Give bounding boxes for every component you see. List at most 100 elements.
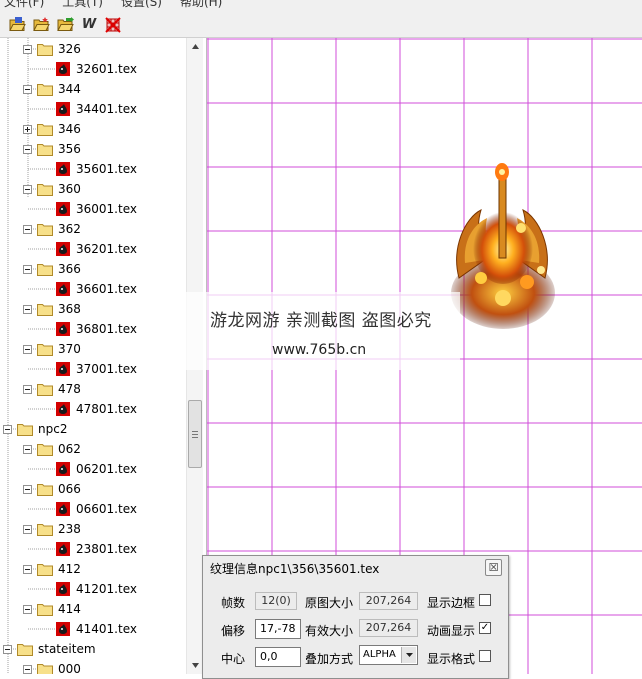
collapse-minus-icon[interactable] bbox=[23, 664, 32, 674]
tree-file-row[interactable]: 23801.tex bbox=[42, 539, 138, 559]
show-format-checkbox[interactable] bbox=[479, 650, 491, 662]
collapse-minus-icon[interactable] bbox=[3, 424, 12, 434]
crossed-grid-icon bbox=[105, 16, 121, 33]
center-input[interactable]: 0,0 bbox=[255, 647, 301, 667]
tree-file-row[interactable]: 35601.tex bbox=[42, 159, 138, 179]
tree-folder-row[interactable]: 000 bbox=[23, 659, 82, 674]
folder-icon bbox=[37, 523, 53, 536]
crossed-grid-button[interactable] bbox=[104, 16, 122, 34]
anim-label: 动画显示 bbox=[427, 624, 476, 638]
arrow-down-icon bbox=[192, 663, 199, 668]
collapse-minus-icon[interactable] bbox=[23, 304, 32, 314]
collapse-minus-icon[interactable] bbox=[23, 604, 32, 614]
collapse-minus-icon[interactable] bbox=[3, 644, 12, 654]
collapse-minus-icon[interactable] bbox=[23, 184, 32, 194]
tree-item-label: 41401.tex bbox=[76, 622, 137, 636]
tree-file-row[interactable]: 41401.tex bbox=[42, 619, 138, 639]
texture-file-icon bbox=[56, 242, 70, 256]
offset-label: 偏移 bbox=[221, 624, 246, 638]
expand-plus-icon[interactable] bbox=[23, 124, 32, 134]
folder-icon bbox=[37, 263, 53, 276]
tree-file-row[interactable]: 34401.tex bbox=[42, 99, 138, 119]
dialog-close-button[interactable]: ☒ bbox=[485, 559, 502, 576]
w-button[interactable]: W bbox=[80, 16, 98, 34]
tree-folder-row[interactable]: 066 bbox=[23, 479, 82, 499]
collapse-minus-icon[interactable] bbox=[23, 564, 32, 574]
show-border-checkbox[interactable] bbox=[479, 594, 491, 606]
tree-folder-row[interactable]: 368 bbox=[23, 299, 82, 319]
scroll-up-button[interactable] bbox=[187, 38, 204, 55]
scroll-thumb[interactable] bbox=[188, 400, 202, 468]
dropdown-arrow-icon[interactable] bbox=[401, 647, 416, 663]
texture-info-dialog[interactable]: 纹理信息npc1\356\35601.tex ☒ 帧数 12(0) 原图大小 2… bbox=[202, 555, 509, 679]
open-folder-button[interactable] bbox=[8, 16, 26, 34]
tree-file-row[interactable]: 36601.tex bbox=[42, 279, 138, 299]
collapse-minus-icon[interactable] bbox=[23, 524, 32, 534]
frames-label: 帧数 bbox=[221, 596, 246, 610]
tree-item-label: 368 bbox=[58, 302, 81, 316]
blend-mode-value: ALPHA bbox=[363, 649, 396, 660]
open-folder-star-button[interactable] bbox=[32, 16, 50, 34]
tree-file-row[interactable]: 36001.tex bbox=[42, 199, 138, 219]
tree-item-label: 37001.tex bbox=[76, 362, 137, 376]
tree-file-row[interactable]: 06601.tex bbox=[42, 499, 138, 519]
menu-settings[interactable]: 设置(S) bbox=[121, 0, 162, 12]
folder-icon bbox=[37, 83, 53, 96]
tree-item-label: 370 bbox=[58, 342, 81, 356]
tree-folder-row[interactable]: stateitem bbox=[3, 639, 97, 659]
folder-icon bbox=[37, 563, 53, 576]
tree-file-row[interactable]: 32601.tex bbox=[42, 59, 138, 79]
collapse-minus-icon[interactable] bbox=[23, 84, 32, 94]
collapse-minus-icon[interactable] bbox=[23, 264, 32, 274]
tree-folder-row[interactable]: 370 bbox=[23, 339, 82, 359]
tree-item-label: 35601.tex bbox=[76, 162, 137, 176]
tree-folder-row[interactable]: 360 bbox=[23, 179, 82, 199]
tree-folder-row[interactable]: 414 bbox=[23, 599, 82, 619]
export-folder-button[interactable] bbox=[56, 16, 74, 34]
tree-file-row[interactable]: 47801.tex bbox=[42, 399, 138, 419]
collapse-minus-icon[interactable] bbox=[23, 484, 32, 494]
texture-file-icon bbox=[56, 102, 70, 116]
offset-input[interactable]: 17,-78 bbox=[255, 619, 301, 639]
folder-icon bbox=[37, 483, 53, 496]
tree-file-row[interactable]: 36201.tex bbox=[42, 239, 138, 259]
collapse-minus-icon[interactable] bbox=[23, 444, 32, 454]
file-tree[interactable]: 326 32601.tex 344 34401.tex 346 356 35601.tex 3… bbox=[0, 38, 186, 674]
folder-icon bbox=[37, 123, 53, 136]
tree-item-label: 36201.tex bbox=[76, 242, 137, 256]
anim-checkbox[interactable]: ✓ bbox=[479, 622, 491, 634]
tree-folder-row[interactable]: 344 bbox=[23, 79, 82, 99]
tree-folder-row[interactable]: 238 bbox=[23, 519, 82, 539]
tree-item-label: 344 bbox=[58, 82, 81, 96]
tree-file-row[interactable]: 41201.tex bbox=[42, 579, 138, 599]
tree-folder-row[interactable]: 412 bbox=[23, 559, 82, 579]
arrow-up-icon bbox=[192, 44, 199, 49]
texture-file-icon bbox=[56, 282, 70, 296]
collapse-minus-icon[interactable] bbox=[23, 344, 32, 354]
menu-tools[interactable]: 工具(T) bbox=[62, 0, 103, 12]
tree-file-row[interactable]: 06201.tex bbox=[42, 459, 138, 479]
tree-folder-row[interactable]: 362 bbox=[23, 219, 82, 239]
tree-folder-row[interactable]: npc2 bbox=[3, 419, 68, 439]
tree-folder-row[interactable]: 366 bbox=[23, 259, 82, 279]
tree-file-row[interactable]: 36801.tex bbox=[42, 319, 138, 339]
blend-label: 叠加方式 bbox=[305, 652, 354, 666]
tree-folder-row[interactable]: 326 bbox=[23, 39, 82, 59]
tree-item-label: 000 bbox=[58, 662, 81, 674]
watermark-band bbox=[168, 292, 460, 370]
collapse-minus-icon[interactable] bbox=[23, 384, 32, 394]
menu-help[interactable]: 帮助(H) bbox=[180, 0, 222, 12]
tree-folder-row[interactable]: 346 bbox=[23, 119, 82, 139]
menu-file[interactable]: 文件(F) bbox=[4, 0, 44, 12]
tree-item-label: 062 bbox=[58, 442, 81, 456]
texture-file-icon bbox=[56, 202, 70, 216]
collapse-minus-icon[interactable] bbox=[23, 144, 32, 154]
tree-file-row[interactable]: 37001.tex bbox=[42, 359, 138, 379]
blend-mode-select[interactable]: ALPHA bbox=[359, 645, 418, 665]
collapse-minus-icon[interactable] bbox=[23, 224, 32, 234]
tree-folder-row[interactable]: 478 bbox=[23, 379, 82, 399]
tree-folder-row[interactable]: 356 bbox=[23, 139, 82, 159]
tree-folder-row[interactable]: 062 bbox=[23, 439, 82, 459]
w-icon: W bbox=[81, 17, 97, 32]
collapse-minus-icon[interactable] bbox=[23, 44, 32, 54]
